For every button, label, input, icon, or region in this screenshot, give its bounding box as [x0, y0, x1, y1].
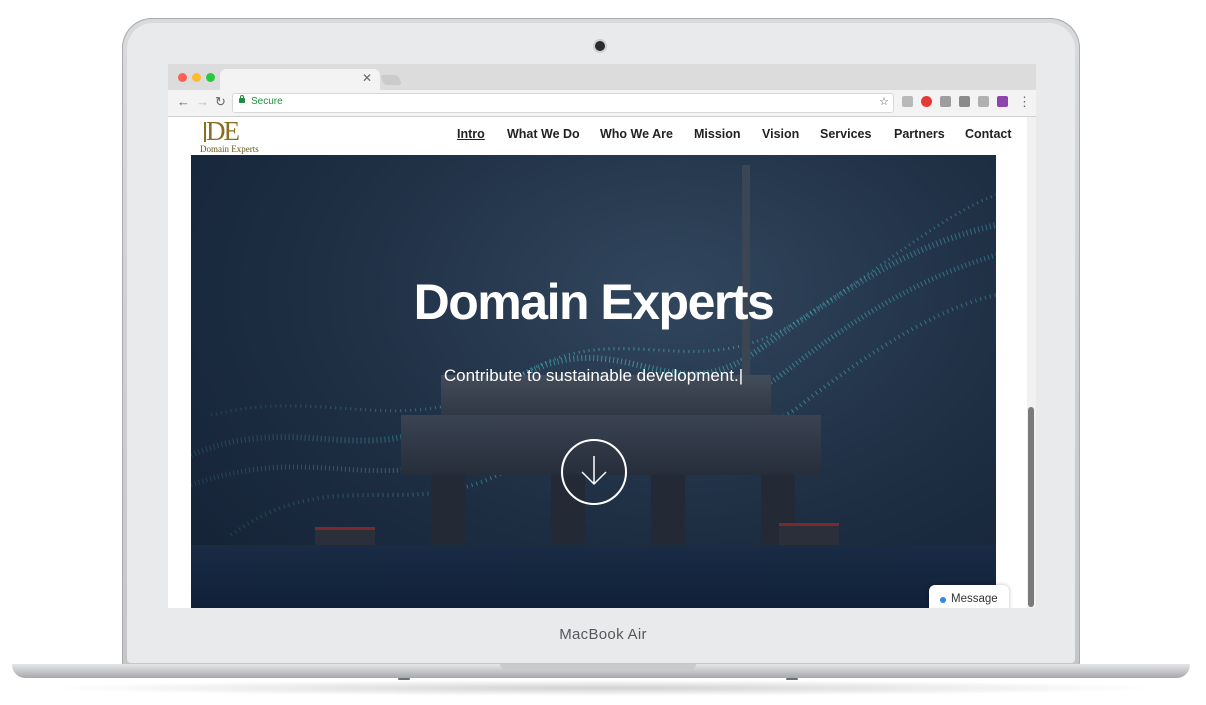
laptop-foot-right	[786, 678, 798, 680]
rig-leg	[431, 475, 465, 545]
hero-section: Domain Experts Contribute to sustainable…	[191, 155, 996, 608]
site-logo[interactable]: DE Domain Experts	[198, 116, 264, 155]
close-tab-icon[interactable]: ✕	[362, 71, 372, 85]
nav-item-mission[interactable]: Mission	[694, 127, 741, 141]
zoom-window-button[interactable]	[206, 73, 215, 82]
block-extension-icon[interactable]	[978, 96, 989, 107]
nav-item-services[interactable]: Services	[820, 127, 871, 141]
opera-extension-icon[interactable]	[921, 96, 932, 107]
nav-item-intro[interactable]: Intro	[457, 127, 485, 141]
lock-icon	[239, 95, 245, 103]
minimize-window-button[interactable]	[192, 73, 201, 82]
nav-item-contact[interactable]: Contact	[965, 127, 1012, 141]
laptop-shadow	[40, 680, 1166, 696]
browser-toolbar: ← → ↻ Secure ☆ ⋮	[168, 90, 1036, 117]
close-window-button[interactable]	[178, 73, 187, 82]
hero-title: Domain Experts	[413, 274, 775, 330]
screen: ✕ ← → ↻ Secure ☆ ⋮ DE Domain Experts Int…	[168, 64, 1036, 608]
secure-label: Secure	[251, 96, 283, 107]
back-arrow-icon[interactable]: ←	[177, 94, 190, 109]
cloud-extension-icon[interactable]	[902, 96, 913, 107]
page-scrollbar-thumb[interactable]	[1028, 407, 1034, 607]
forward-arrow-icon[interactable]: →	[196, 94, 209, 109]
camera-icon	[595, 41, 605, 51]
onenote-extension-icon[interactable]	[997, 96, 1008, 107]
arrow-down-icon	[581, 456, 607, 486]
browser-menu-icon[interactable]: ⋮	[1018, 94, 1031, 110]
translate-extension-icon[interactable]	[940, 96, 951, 107]
laptop-brand-label: MacBook Air	[559, 626, 647, 643]
nav-item-who-we-are[interactable]: Who We Are	[600, 127, 673, 141]
message-widget-label: Message	[951, 593, 998, 605]
address-bar[interactable]: Secure ☆	[232, 93, 894, 113]
message-widget-button[interactable]: Message	[929, 585, 1009, 608]
scroll-down-button[interactable]	[561, 439, 627, 505]
logo-mark: DE	[206, 116, 240, 146]
browser-tab-strip: ✕	[168, 64, 1036, 90]
online-status-icon	[940, 597, 946, 603]
nav-item-what-we-do[interactable]: What We Do	[507, 127, 580, 141]
nav-item-partners[interactable]: Partners	[894, 127, 945, 141]
reload-icon[interactable]: ↻	[215, 94, 226, 110]
browser-tab[interactable]: ✕	[220, 69, 380, 90]
logo-name: Domain Experts	[200, 144, 259, 154]
nav-item-vision[interactable]: Vision	[762, 127, 799, 141]
sea	[191, 545, 996, 608]
screenshot-extension-icon[interactable]	[959, 96, 970, 107]
bookmark-star-icon[interactable]: ☆	[879, 95, 889, 108]
laptop-notch	[500, 664, 696, 670]
hero-subtitle: Contribute to sustainable development.|	[443, 366, 744, 385]
laptop-foot-left	[398, 678, 410, 680]
rig-leg	[651, 475, 685, 545]
website: DE Domain Experts Intro What We Do Who W…	[168, 116, 1036, 608]
new-tab-button[interactable]	[380, 75, 402, 85]
